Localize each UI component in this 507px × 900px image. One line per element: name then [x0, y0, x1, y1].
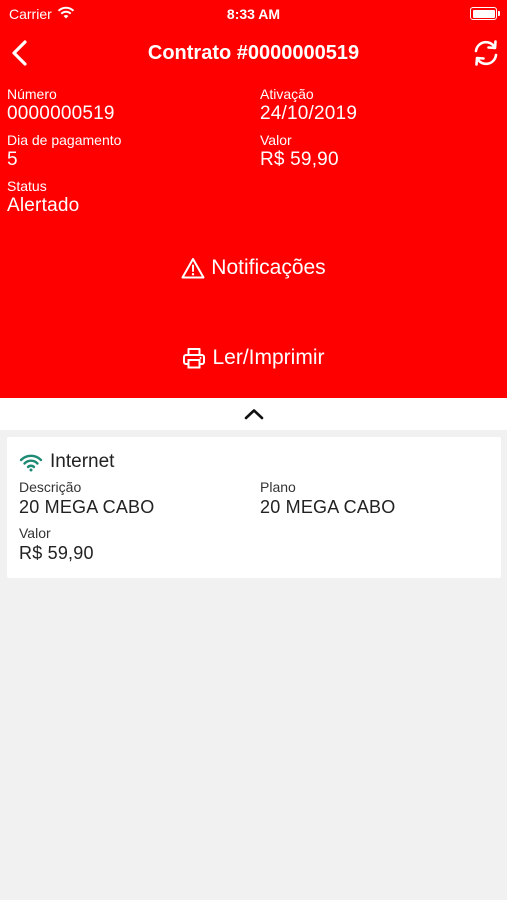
page-title: Contrato #0000000519 — [147, 42, 360, 64]
ativacao-value: 24/10/2019 — [260, 103, 358, 124]
service-valor-field: Valor R$ 59,90 — [19, 525, 94, 564]
battery-icon — [470, 7, 500, 20]
internet-wifi-icon — [19, 454, 43, 471]
valor-label: Valor — [260, 132, 292, 148]
chevron-up-icon — [244, 409, 263, 420]
refresh-icon — [474, 40, 498, 66]
plano-field: Plano 20 MEGA CABO — [260, 479, 395, 518]
notificacoes-button[interactable]: Notificações — [0, 256, 507, 280]
plano-label: Plano — [260, 479, 296, 495]
valor-value: R$ 59,90 — [260, 149, 339, 170]
ativacao-field: Ativação 24/10/2019 — [260, 85, 357, 125]
dia-pagamento-value: 5 — [7, 149, 18, 170]
service-valor-value: R$ 59,90 — [19, 543, 94, 563]
descricao-label: Descrição — [19, 479, 82, 495]
contract-header-panel: Carrier 8:33 AM Contrato #0000000519 Núm… — [0, 0, 507, 398]
plano-value: 20 MEGA CABO — [260, 497, 396, 517]
numero-field: Número 0000000519 — [7, 85, 115, 125]
status-time: 8:33 AM — [226, 6, 281, 22]
service-card[interactable]: Internet Descrição 20 MEGA CABO Plano 20… — [7, 437, 501, 578]
service-card-header: Internet — [19, 451, 114, 473]
navigation-bar: Contrato #0000000519 — [0, 30, 507, 76]
status-value: Alertado — [7, 195, 80, 216]
refresh-button[interactable] — [471, 38, 501, 68]
dia-pagamento-field: Dia de pagamento 5 — [7, 131, 121, 171]
numero-label: Número — [7, 86, 57, 102]
numero-value: 0000000519 — [7, 103, 115, 124]
ativacao-label: Ativação — [260, 86, 314, 102]
collapse-toggle[interactable] — [0, 398, 507, 430]
status-field: Status Alertado — [7, 177, 79, 217]
ler-imprimir-label: Ler/Imprimir — [212, 346, 325, 369]
dia-pagamento-label: Dia de pagamento — [7, 132, 122, 148]
status-bar: Carrier 8:33 AM — [0, 0, 507, 28]
service-valor-label: Valor — [19, 525, 51, 541]
warning-icon — [181, 258, 205, 279]
notificacoes-label: Notificações — [211, 256, 326, 279]
ler-imprimir-button[interactable]: Ler/Imprimir — [0, 346, 507, 370]
valor-field: Valor R$ 59,90 — [260, 131, 339, 171]
printer-icon — [183, 348, 206, 369]
descricao-field: Descrição 20 MEGA CABO — [19, 479, 154, 518]
descricao-value: 20 MEGA CABO — [19, 497, 155, 517]
service-title: Internet — [50, 451, 115, 472]
status-label: Status — [7, 178, 47, 194]
